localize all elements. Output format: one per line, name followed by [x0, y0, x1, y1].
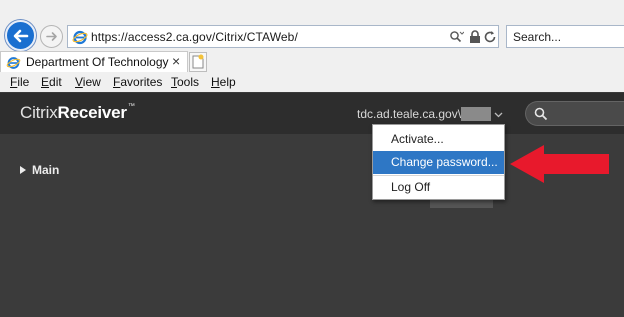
tab-department-of-technology[interactable]: Department Of Technology × — [0, 51, 188, 72]
forward-button[interactable] — [40, 25, 63, 48]
arrow-left-icon — [13, 29, 29, 43]
browser-search-input[interactable]: Search... — [506, 25, 624, 48]
account-dropdown-menu: Activate... Change password... Log Off — [372, 124, 505, 200]
search-icon[interactable] — [448, 28, 464, 46]
menu-item-activate[interactable]: Activate... — [373, 128, 504, 151]
main-folder[interactable]: Main — [20, 163, 59, 177]
chevron-down-icon[interactable] — [494, 112, 503, 118]
refresh-icon[interactable] — [482, 28, 498, 46]
menu-view[interactable]: View — [75, 75, 101, 89]
back-button[interactable] — [5, 20, 36, 51]
browser-chrome: https://access2.ca.gov/Citrix/CTAWeb/ Se… — [0, 0, 624, 92]
new-tab-button[interactable] — [189, 52, 207, 72]
menu-item-change-password[interactable]: Change password... — [373, 151, 504, 174]
menu-file[interactable]: File — [10, 75, 29, 89]
menu-help[interactable]: Help — [211, 75, 236, 89]
main-folder-label: Main — [32, 163, 60, 177]
redacted-username — [461, 107, 491, 121]
user-account-menu[interactable]: tdc.ad.teale.ca.gov\dc — [357, 107, 474, 121]
citrix-receiver-logo: CitrixReceiver™ — [20, 103, 135, 122]
menu-tools[interactable]: Tools — [171, 75, 199, 89]
arrow-right-icon — [46, 32, 57, 41]
menu-item-log-off[interactable]: Log Off — [373, 176, 504, 199]
red-arrow-annotation — [510, 145, 609, 183]
menu-edit[interactable]: Edit — [41, 75, 62, 89]
close-icon[interactable]: × — [172, 53, 180, 69]
menu-bar: File Edit View Favorites Tools Help — [0, 73, 624, 92]
new-tab-icon — [192, 54, 204, 69]
search-icon — [534, 107, 548, 121]
browser-search-placeholder: Search... — [513, 30, 562, 44]
tab-title: Department Of Technology — [26, 55, 169, 69]
ie-icon — [72, 30, 88, 45]
lock-icon[interactable] — [467, 28, 483, 46]
ie-icon — [6, 57, 21, 69]
menu-favorites[interactable]: Favorites — [113, 75, 162, 89]
url-text: https://access2.ca.gov/Citrix/CTAWeb/ — [91, 30, 298, 44]
address-bar[interactable]: https://access2.ca.gov/Citrix/CTAWeb/ — [67, 25, 499, 48]
triangle-right-icon — [20, 166, 26, 174]
store-search-input[interactable] — [525, 101, 624, 126]
